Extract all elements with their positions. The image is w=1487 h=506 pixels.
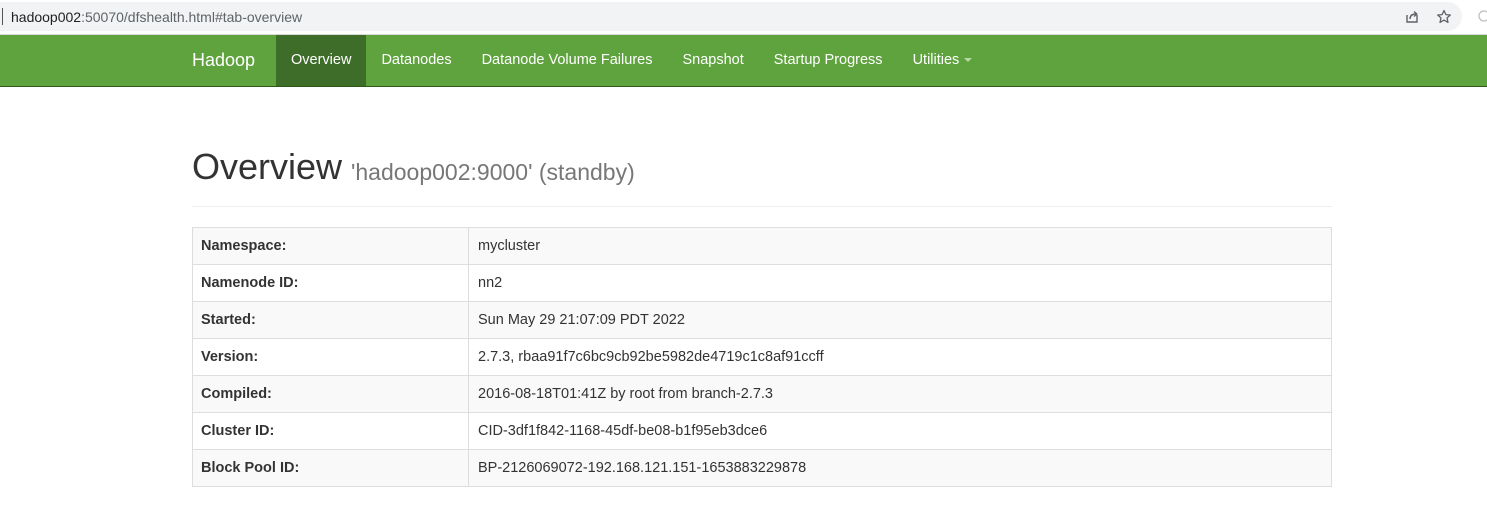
version-label: Version:: [192, 338, 469, 376]
tab-datanode-volume-failures[interactable]: Datanode Volume Failures: [467, 35, 668, 86]
block-pool-id-value: BP-2126069072-192.168.121.151-1653883229…: [468, 449, 1332, 487]
block-pool-id-label: Block Pool ID:: [192, 449, 469, 487]
url-path: :50070/dfshealth.html#tab-overview: [81, 9, 303, 25]
profile-icon[interactable]: [1474, 8, 1487, 26]
url-text: hadoop002:50070/dfshealth.html#tab-overv…: [11, 9, 302, 25]
table-row: Cluster ID: CID-3df1f842-1168-45df-be08-…: [192, 412, 1332, 450]
table-row: Started: Sun May 29 21:07:09 PDT 2022: [192, 301, 1332, 339]
nav-tabs: Overview Datanodes Datanode Volume Failu…: [276, 35, 987, 86]
tab-datanodes[interactable]: Datanodes: [366, 35, 466, 86]
chevron-down-icon: [964, 58, 973, 63]
browser-address-bar: hadoop002:50070/dfshealth.html#tab-overv…: [0, 0, 1487, 35]
tab-utilities[interactable]: Utilities: [898, 35, 988, 86]
started-label: Started:: [192, 301, 469, 339]
table-row: Compiled: 2016-08-18T01:41Z by root from…: [192, 375, 1332, 413]
overview-table: Namespace: mycluster Namenode ID: nn2 St…: [192, 227, 1332, 487]
compiled-label: Compiled:: [192, 375, 469, 413]
compiled-value: 2016-08-18T01:41Z by root from branch-2.…: [468, 375, 1332, 413]
brand-logo[interactable]: Hadoop: [192, 35, 255, 86]
namenode-id-value: nn2: [468, 264, 1332, 302]
started-value: Sun May 29 21:07:09 PDT 2022: [468, 301, 1332, 339]
url-host: hadoop002: [11, 9, 82, 25]
text-cursor: [2, 8, 3, 25]
cluster-id-label: Cluster ID:: [192, 412, 469, 450]
tab-overview[interactable]: Overview: [276, 35, 367, 86]
table-row: Block Pool ID: BP-2126069072-192.168.121…: [192, 449, 1332, 487]
page-title: Overview: [192, 146, 343, 187]
top-navbar: Hadoop Overview Datanodes Datanode Volum…: [0, 35, 1487, 87]
table-row: Namespace: mycluster: [192, 227, 1332, 265]
version-value: 2.7.3, rbaa91f7c6bc9cb92be5982de4719c1c8…: [468, 338, 1332, 376]
tab-snapshot[interactable]: Snapshot: [667, 35, 758, 86]
tab-startup-progress[interactable]: Startup Progress: [759, 35, 898, 86]
page-header: Overview 'hadoop002:9000' (standby): [192, 142, 1332, 207]
url-field[interactable]: hadoop002:50070/dfshealth.html#tab-overv…: [0, 2, 1462, 31]
share-icon[interactable]: [1403, 8, 1421, 26]
namespace-label: Namespace:: [192, 227, 469, 265]
cluster-id-value: CID-3df1f842-1168-45df-be08-b1f95eb3dce6: [468, 412, 1332, 450]
table-row: Namenode ID: nn2: [192, 264, 1332, 302]
tab-utilities-label: Utilities: [912, 52, 960, 68]
namespace-value: mycluster: [468, 227, 1332, 265]
page-subtitle: 'hadoop002:9000' (standby): [351, 159, 635, 185]
namenode-id-label: Namenode ID:: [192, 264, 469, 302]
table-row: Version: 2.7.3, rbaa91f7c6bc9cb92be5982d…: [192, 338, 1332, 376]
bookmark-star-icon[interactable]: [1435, 8, 1453, 26]
